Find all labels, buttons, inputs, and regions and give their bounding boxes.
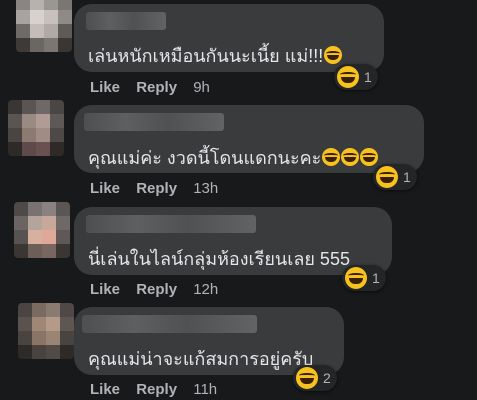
timestamp[interactable]: 11h <box>193 381 217 398</box>
avatar[interactable] <box>16 0 72 52</box>
reply-button[interactable]: Reply <box>136 79 177 96</box>
reply-button[interactable]: Reply <box>136 180 177 197</box>
reaction-count[interactable]: 1 <box>373 164 417 190</box>
commenter-name-blurred[interactable] <box>86 215 256 233</box>
avatar[interactable] <box>8 100 64 156</box>
timestamp[interactable]: 13h <box>193 180 218 197</box>
timestamp[interactable]: 12h <box>193 281 218 298</box>
laughing-tears-emoji <box>324 46 343 64</box>
avatar[interactable] <box>18 303 74 359</box>
comment-text: เล่นหนักเหมือนกันนะเนี้ย แม่!!! <box>88 41 343 70</box>
comment-text: คุณแม่น่าจะแก้สมการอยู่ครับ <box>88 349 314 369</box>
laughing-tears-emoji <box>360 148 379 166</box>
reaction-count[interactable]: 1 <box>334 64 378 90</box>
comment-bubble: เล่นหนักเหมือนกันนะเนี้ย แม่!!! <box>74 4 384 72</box>
reaction-count[interactable]: 2 <box>293 365 337 391</box>
laughing-tears-emoji <box>341 148 360 166</box>
commenter-name-blurred[interactable] <box>84 113 224 131</box>
commenter-name-blurred[interactable] <box>82 315 257 333</box>
grinning-squinting-emoji <box>296 367 318 389</box>
like-button[interactable]: Like <box>90 281 120 298</box>
like-button[interactable]: Like <box>90 180 120 197</box>
comment-actions: Like Reply 12h <box>90 281 230 298</box>
reaction-count[interactable]: 1 <box>342 265 386 291</box>
reply-button[interactable]: Reply <box>136 281 177 298</box>
reply-button[interactable]: Reply <box>136 381 177 398</box>
grinning-squinting-emoji <box>337 66 359 88</box>
avatar[interactable] <box>14 202 70 258</box>
comment-text: นี่เล่นในไลน์กลุ่มห้องเรียนเลย 555 <box>88 249 350 269</box>
like-button[interactable]: Like <box>90 381 120 398</box>
grinning-squinting-emoji <box>376 166 398 188</box>
laughing-tears-emoji <box>322 148 341 166</box>
comment-text: คุณแม่ค่ะ งวดนี้โดนแดกนะคะ <box>88 143 379 172</box>
comment-bubble: นี่เล่นในไลน์กลุ่มห้องเรียนเลย 555 <box>74 207 392 275</box>
comment-actions: Like Reply 9h <box>90 79 222 96</box>
commenter-name-blurred[interactable] <box>86 12 166 30</box>
like-button[interactable]: Like <box>90 79 120 96</box>
comment-actions: Like Reply 13h <box>90 180 230 197</box>
comment-actions: Like Reply 11h <box>90 381 229 398</box>
comment-bubble: คุณแม่ค่ะ งวดนี้โดนแดกนะคะ <box>74 105 424 173</box>
timestamp[interactable]: 9h <box>193 79 210 96</box>
grinning-squinting-emoji <box>345 267 367 289</box>
